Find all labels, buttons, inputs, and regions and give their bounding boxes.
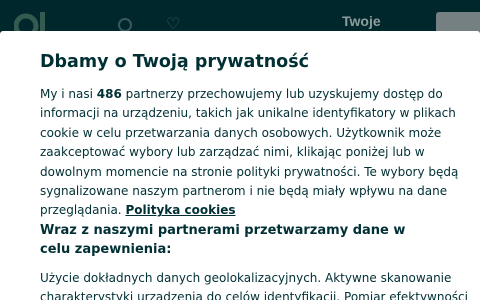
partner-count: 486: [96, 87, 122, 101]
privacy-consent-dialog: Dbamy o Twoją prywatność My i nasi 486 p…: [0, 31, 480, 300]
intro-text-start: My i nasi: [40, 87, 97, 101]
purposes-heading: Wraz z naszymi partnerami przetwarzamy d…: [40, 222, 406, 258]
page: ♡ Twoje Dbamy o Twoją prywatność My i na…: [0, 0, 480, 300]
dialog-title: Dbamy o Twoją prywatność: [40, 52, 309, 72]
purposes-text: Użycie dokładnych danych geolokalizacyjn…: [40, 270, 468, 300]
cookie-policy-link[interactable]: Polityka cookies: [125, 203, 235, 217]
consent-description: My i nasi 486 partnerzy przechowujemy lu…: [40, 85, 476, 221]
intro-text-rest: partnerzy przechowujemy lub uzyskujemy d…: [40, 87, 459, 218]
